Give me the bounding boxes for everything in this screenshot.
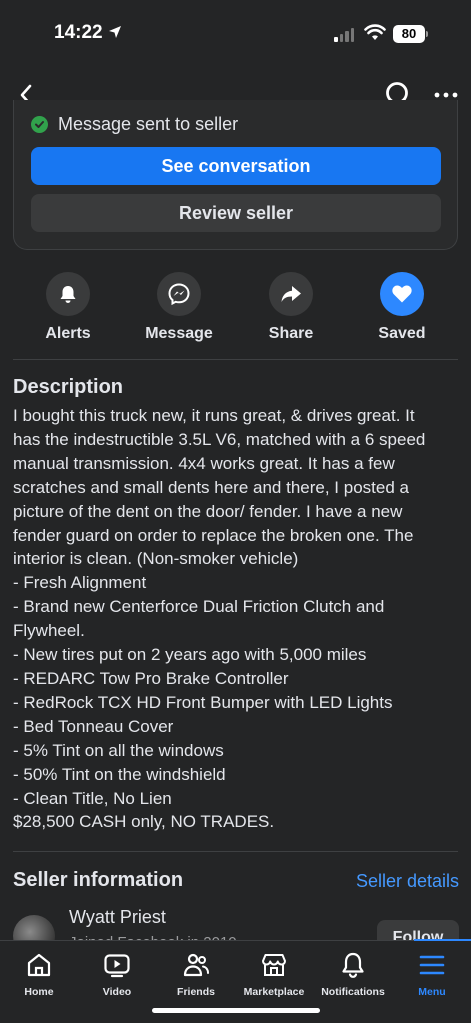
- description-line: manual transmission. 4x4 works great. It…: [13, 453, 395, 473]
- tab-home[interactable]: Home: [0, 949, 79, 998]
- tab-marketplace[interactable]: Marketplace: [234, 949, 314, 998]
- share-action[interactable]: Share: [241, 272, 341, 343]
- description-line: has the indestructible 3.5L V6, matched …: [13, 429, 426, 449]
- description-line: $28,500 CASH only, NO TRADES.: [13, 812, 275, 832]
- tab-friends-label: Friends: [177, 986, 215, 998]
- wifi-icon: [364, 24, 386, 40]
- message-action[interactable]: Message: [129, 272, 229, 343]
- tab-home-label: Home: [24, 986, 54, 998]
- check-circle-icon: [31, 116, 48, 133]
- heart-icon: [392, 285, 412, 303]
- status-time: 14:22: [54, 22, 103, 43]
- tab-menu-label: Menu: [418, 986, 446, 998]
- video-icon: [104, 954, 130, 978]
- tab-friends[interactable]: Friends: [156, 949, 236, 998]
- messenger-icon: [168, 283, 190, 306]
- active-tab-indicator: [414, 939, 471, 941]
- location-arrow-icon: [109, 26, 121, 38]
- description-line: fender guard on order to replace the bro…: [13, 525, 414, 545]
- home-icon: [27, 953, 51, 977]
- see-conversation-button[interactable]: See conversation: [31, 147, 441, 185]
- alerts-action[interactable]: Alerts: [18, 272, 118, 343]
- description-line: picture of the dent on the door/ fender.…: [13, 501, 403, 521]
- status-bar: 14:22 80: [0, 0, 471, 70]
- alerts-label: Alerts: [45, 325, 91, 342]
- tab-video[interactable]: Video: [77, 949, 157, 998]
- description-heading: Description: [13, 376, 124, 398]
- tab-marketplace-label: Marketplace: [243, 986, 305, 998]
- description-line: - 50% Tint on the windshield: [13, 764, 226, 784]
- tab-menu[interactable]: Menu: [392, 949, 471, 998]
- marketplace-icon: [262, 954, 286, 976]
- seller-contact-card: Message sent to seller See conversation …: [13, 100, 458, 250]
- description-line: - Fresh Alignment: [13, 573, 147, 593]
- message-sent-status: Message sent to seller: [31, 114, 238, 135]
- description-line: - Bed Tonneau Cover: [13, 716, 174, 736]
- seller-name[interactable]: Wyatt Priest: [69, 907, 166, 928]
- description-line: - REDARC Tow Pro Brake Controller: [13, 668, 289, 688]
- description-line: - Brand new Centerforce Dual Friction Cl…: [13, 597, 385, 617]
- description-line: interior is clean. (Non-smoker vehicle): [13, 549, 299, 569]
- seller-details-link[interactable]: Seller details: [356, 871, 459, 892]
- battery-tip: [426, 31, 428, 37]
- saved-label: Saved: [378, 325, 426, 342]
- friends-icon: [183, 953, 209, 977]
- description-line: Flywheel.: [13, 621, 85, 641]
- review-seller-button[interactable]: Review seller: [31, 194, 441, 232]
- home-indicator: [152, 1008, 320, 1013]
- tab-notifications-label: Notifications: [321, 986, 385, 998]
- description-line: - RedRock TCX HD Front Bumper with LED L…: [13, 692, 393, 712]
- saved-action[interactable]: Saved: [352, 272, 452, 343]
- description-line: - New tires put on 2 years ago with 5,00…: [13, 645, 367, 665]
- description-line: - 5% Tint on all the windows: [13, 740, 224, 760]
- description-line: - Clean Title, No Lien: [13, 788, 172, 808]
- description-body: I bought this truck new, it runs great, …: [13, 404, 463, 834]
- section-divider: [13, 851, 458, 852]
- listing-actions: Alerts Message Share Saved: [0, 272, 471, 344]
- share-label: Share: [268, 325, 314, 342]
- description-line: scratches and small dents here and there…: [13, 477, 409, 497]
- bell-icon: [60, 286, 76, 303]
- tab-notifications[interactable]: Notifications: [313, 949, 393, 998]
- battery-indicator: 80: [393, 25, 425, 43]
- description-line: I bought this truck new, it runs great, …: [13, 406, 415, 425]
- section-divider: [13, 359, 458, 360]
- seller-info-heading: Seller information: [13, 869, 184, 891]
- message-label: Message: [145, 325, 213, 342]
- share-icon: [281, 286, 301, 302]
- bell-icon: [342, 952, 364, 978]
- message-sent-text: Message sent to seller: [58, 114, 239, 134]
- cellular-signal-icon: [334, 28, 354, 42]
- menu-icon: [419, 955, 445, 975]
- tab-video-label: Video: [102, 986, 132, 998]
